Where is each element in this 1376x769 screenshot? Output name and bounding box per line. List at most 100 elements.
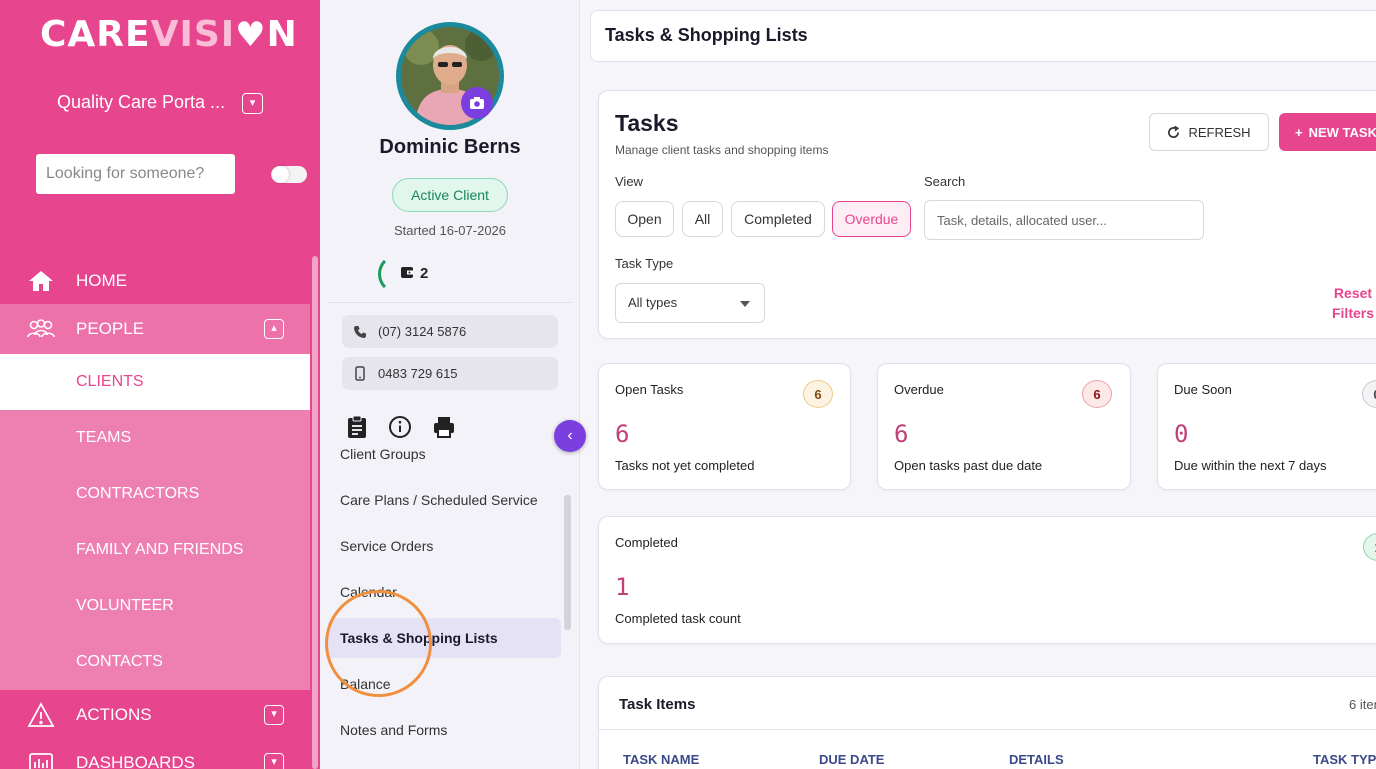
chevron-left-icon: ‹ [567,427,573,444]
nav-home[interactable]: HOME [0,258,310,304]
tasks-heading: Tasks [615,110,679,136]
wallet-count: 2 [420,265,429,282]
clipboard-icon[interactable] [346,415,368,444]
phone-icon [342,325,378,339]
search-label: Search [924,174,966,189]
client-search-input[interactable] [36,154,235,194]
stat-description: Tasks not yet completed [615,458,755,473]
divider [599,729,1376,730]
camera-icon[interactable] [461,87,493,119]
page-title: Tasks & Shopping Lists [605,25,808,45]
stat-value: 6 [615,420,630,448]
stat-title: Completed [615,535,678,550]
tasks-subtitle: Manage client tasks and shopping items [615,143,829,157]
stat-title: Due Soon [1174,382,1232,397]
nav-teams[interactable]: TEAMS [0,410,310,466]
task-items-title: Task Items [619,696,696,713]
nav-family-and-friends[interactable]: FAMILY AND FRIENDS [0,522,310,578]
view-overdue-button[interactable]: Overdue [832,201,911,237]
new-task-label: NEW TASK [1308,124,1376,140]
nav-clients[interactable]: CLIENTS [0,354,310,410]
client-start-date: Started 16-07-2026 [393,223,507,238]
home-icon [26,266,56,296]
chevron-down-icon[interactable]: ▾ [242,93,263,114]
mobile-number: 0483 729 615 [378,366,458,381]
stat-description: Completed task count [615,611,741,626]
refresh-icon [1168,125,1180,138]
nav-volunteer[interactable]: VOLUNTEER [0,578,310,634]
chevron-down-icon[interactable]: ▾ [264,753,284,769]
stat-badge: 6 [1082,380,1112,408]
column-header-task-name[interactable]: TASK NAME [623,752,699,767]
column-header-details[interactable]: DETAILS [1009,752,1064,767]
menu-notes-and-forms[interactable]: Notes and Forms [340,722,447,738]
menu-client-groups[interactable]: Client Groups [340,446,426,462]
stat-card-open: Open Tasks 6 6 Tasks not yet completed [598,363,851,490]
task-search-input[interactable] [924,200,1204,240]
stat-description: Open tasks past due date [894,458,1043,473]
task-type-label: Task Type [615,256,674,271]
task-type-select[interactable]: All types [615,283,765,323]
heart-icon: ♥ [235,15,267,55]
view-label: View [615,174,643,189]
view-open-button[interactable]: Open [615,201,674,237]
menu-scrollbar[interactable] [564,495,571,630]
nav-contacts[interactable]: CONTACTS [0,634,310,690]
stat-description: Due within the next 7 days [1174,458,1327,473]
nav-scrollbar[interactable] [312,256,318,769]
nav-people[interactable]: PEOPLE ▴ [0,304,310,354]
mobile-icon [342,366,378,381]
nav-dashboards[interactable]: DASHBOARDS ▾ [0,740,310,769]
mobile-field[interactable]: 0483 729 615 [342,357,558,390]
wallet-icon[interactable] [400,266,414,284]
page-header: Tasks & Shopping Lists [590,10,1376,62]
stat-title: Open Tasks [615,382,684,397]
view-all-button[interactable]: All [682,201,723,237]
stat-title: Overdue [894,382,944,397]
nav-actions-label: ACTIONS [76,705,152,724]
stat-value: 0 [1174,420,1189,448]
nav-actions[interactable]: ACTIONS ▾ [0,690,310,740]
stat-value: 6 [894,420,909,448]
new-task-button[interactable]: + NEW TASK [1279,113,1376,151]
print-icon[interactable] [432,415,456,444]
stat-card-overdue: Overdue 6 6 Open tasks past due date [877,363,1131,490]
menu-service-orders[interactable]: Service Orders [340,538,433,554]
task-items-card: Task Items 6 items TASK NAME DUE DATE DE… [598,676,1376,769]
warning-icon [26,700,56,730]
task-type-value: All types [628,295,678,310]
stat-value: 1 [615,573,630,601]
click-highlight [325,590,432,697]
carevision-logo[interactable]: CAREVISI♥N [40,14,298,55]
column-header-task-type[interactable]: TASK TYPE [1313,752,1376,767]
people-submenu: CLIENTS TEAMS CONTRACTORS FAMILY AND FRI… [0,354,310,690]
nav-contractors[interactable]: CONTRACTORS [0,466,310,522]
stat-badge: 6 [803,380,833,408]
divider [328,302,572,303]
nav-dashboards-label: DASHBOARDS [76,753,196,769]
collapse-panel-button[interactable]: ‹ [554,420,586,452]
column-header-due-date[interactable]: DUE DATE [819,752,884,767]
plus-icon: + [1295,124,1303,140]
portal-name[interactable]: Quality Care Porta ... [57,92,225,113]
tasks-filter-card: Tasks Manage client tasks and shopping i… [598,90,1376,339]
stat-badge: 1 [1363,533,1376,561]
phone-number: (07) 3124 5876 [378,324,467,339]
main-nav: CAREVISI♥N Quality Care Porta ... ▾ HOME… [0,0,320,769]
phone-field[interactable]: (07) 3124 5876 [342,315,558,348]
client-toolbar [346,415,456,444]
refresh-button[interactable]: REFRESH [1149,113,1269,151]
menu-care-plans[interactable]: Care Plans / Scheduled Service [340,492,538,508]
search-toggle[interactable] [271,166,307,183]
reset-filters-link[interactable]: Reset Filters [1325,283,1376,323]
stat-card-due-soon: Due Soon 0 0 Due within the next 7 days [1157,363,1376,490]
nav-people-label: PEOPLE [76,319,145,338]
dashboard-icon [26,748,56,769]
view-completed-button[interactable]: Completed [731,201,825,237]
status-badge: Active Client [392,178,508,212]
chevron-down-icon[interactable]: ▾ [264,705,284,725]
task-items-count: 6 items [1349,697,1376,712]
chevron-up-icon[interactable]: ▴ [264,319,284,339]
dropdown-arrow-icon [740,301,750,307]
info-icon[interactable] [388,415,412,444]
